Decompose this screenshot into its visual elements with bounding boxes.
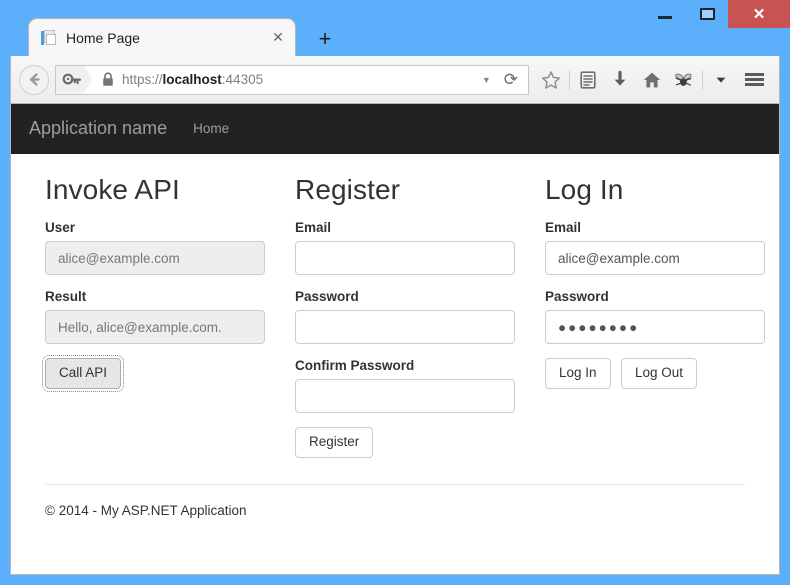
downloads-icon[interactable] — [604, 65, 636, 95]
form-group-result: Result — [45, 289, 295, 344]
content-footer-spacer — [11, 458, 779, 484]
chevron-down-icon[interactable]: ▼ — [475, 75, 498, 85]
tab-title: Home Page — [66, 29, 140, 46]
bookmark-star-icon[interactable] — [535, 65, 567, 95]
register-email-input[interactable] — [295, 241, 515, 275]
site-navbar: Application name Home — [11, 104, 779, 154]
nav-item-home[interactable]: Home — [193, 121, 229, 136]
tab-close-icon[interactable]: ✕ — [269, 29, 287, 47]
form-group-login-password: Password — [545, 289, 779, 344]
navbar-brand[interactable]: Application name — [29, 118, 167, 139]
reader-view-icon[interactable] — [572, 65, 604, 95]
reload-icon[interactable]: ⟳ — [498, 70, 524, 90]
address-bar[interactable]: https://localhost:44305 ▼ ⟳ — [55, 64, 529, 95]
url-text: https://localhost:44305 — [122, 72, 264, 87]
column-title-register: Register — [295, 174, 401, 205]
address-bar-actions: ▼ ⟳ — [475, 70, 528, 90]
column-title-invoke-api: Invoke API — [45, 174, 180, 205]
bug-icon[interactable] — [668, 65, 700, 95]
lock-icon — [102, 72, 114, 87]
log-in-button[interactable]: Log In — [545, 358, 611, 389]
browser-window: ✕ Home Page ✕ + https://localhost:44305 … — [0, 0, 790, 585]
register-confirm-password-input[interactable] — [295, 379, 515, 413]
column-invoke-api: Invoke API User Result Call API — [41, 174, 295, 458]
footer: © 2014 - My ASP.NET Application — [45, 502, 247, 518]
form-group-register-confirm-password: Confirm Password — [295, 358, 545, 413]
result-input[interactable] — [45, 310, 265, 344]
login-button-group: Log In Log Out — [545, 358, 779, 389]
log-out-button[interactable]: Log Out — [621, 358, 698, 389]
label-result: Result — [45, 289, 87, 304]
form-group-register-password: Password — [295, 289, 545, 344]
back-button[interactable] — [19, 64, 49, 95]
key-icon[interactable] — [56, 66, 92, 94]
label-register-password: Password — [295, 289, 359, 304]
login-email-input[interactable] — [545, 241, 765, 275]
user-input[interactable] — [45, 241, 265, 275]
login-password-input[interactable] — [545, 310, 765, 344]
toolbar-divider — [569, 69, 570, 90]
form-group-user: User — [45, 220, 295, 275]
tab-strip: Home Page ✕ + — [28, 18, 780, 56]
new-tab-button[interactable]: + — [310, 24, 340, 54]
home-icon[interactable] — [636, 65, 668, 95]
register-password-input[interactable] — [295, 310, 515, 344]
hamburger-menu-icon[interactable] — [737, 65, 771, 95]
column-register: Register Email Password Confirm Password… — [295, 174, 545, 458]
toolbar-divider — [702, 69, 703, 90]
call-api-button[interactable]: Call API — [41, 355, 125, 392]
form-group-login-email: Email — [545, 220, 779, 275]
column-title-log-in: Log In — [545, 174, 624, 205]
overflow-chevron-down-icon[interactable] — [705, 65, 737, 95]
label-register-confirm-password: Confirm Password — [295, 358, 415, 373]
label-register-email: Email — [295, 220, 332, 235]
columns-row: Invoke API User Result Call API Register — [41, 174, 765, 458]
form-group-register-email: Email — [295, 220, 545, 275]
register-button[interactable]: Register — [295, 427, 374, 458]
page-icon — [41, 29, 57, 46]
label-login-email: Email — [545, 220, 582, 235]
back-arrow-icon — [29, 73, 40, 86]
browser-toolbar: https://localhost:44305 ▼ ⟳ — [10, 56, 780, 104]
browser-tab[interactable]: Home Page ✕ — [28, 18, 296, 56]
page-content: Invoke API User Result Call API Register — [11, 154, 779, 458]
label-user: User — [45, 220, 76, 235]
label-login-password: Password — [545, 289, 609, 304]
column-log-in: Log In Email Password Log In Log Out — [545, 174, 779, 458]
page-viewport: Application name Home Invoke API User Re… — [10, 104, 780, 575]
